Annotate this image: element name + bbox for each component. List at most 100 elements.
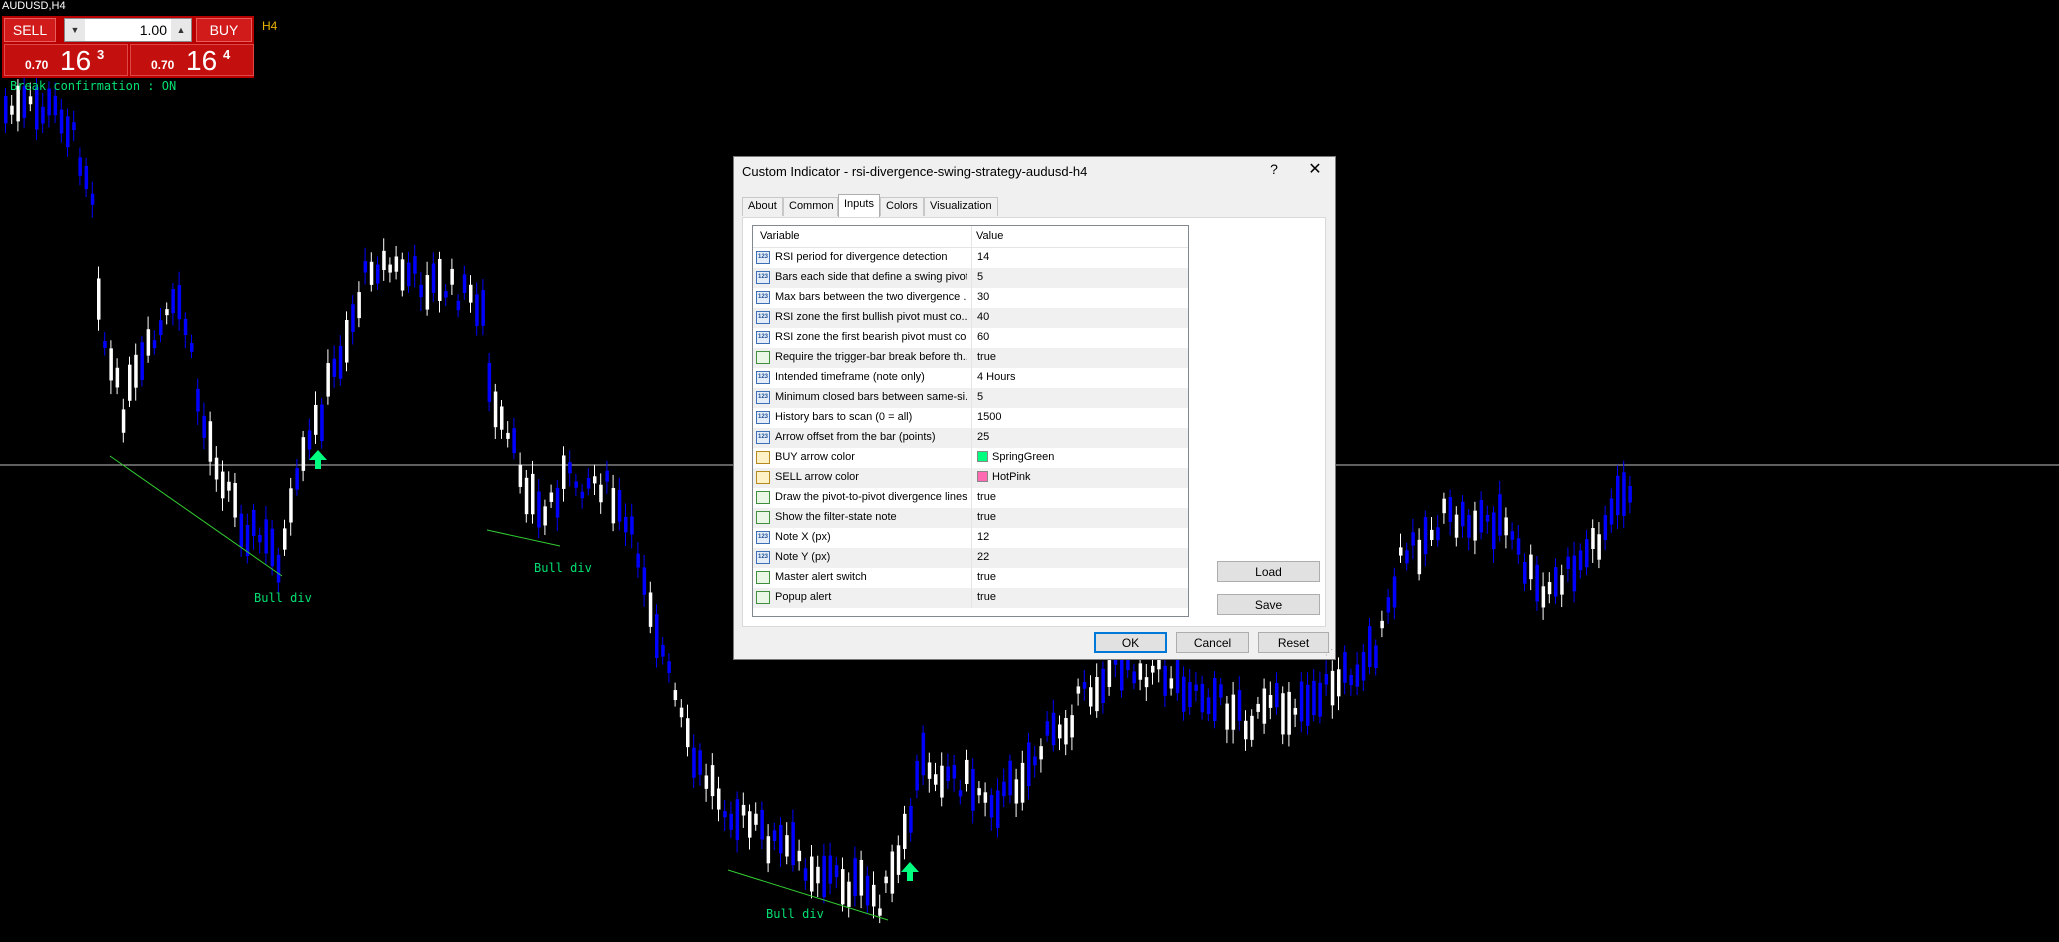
candle-body (673, 690, 678, 701)
input-row[interactable]: 123 Note X (px) 12 (753, 528, 1188, 548)
resize-grip-icon[interactable]: ⋰ (1325, 649, 1333, 657)
number-type-icon: 123 (756, 391, 770, 404)
input-row[interactable]: 123 Bars each side that define a swing pi… (753, 268, 1188, 288)
sell-price[interactable]: 0.70 16 3 (4, 44, 128, 76)
candle-body (803, 868, 808, 881)
input-value[interactable]: 1500 (977, 411, 1001, 423)
input-value[interactable]: 40 (977, 311, 989, 323)
candle-body (1560, 575, 1564, 595)
input-value[interactable]: 14 (977, 251, 989, 263)
input-row[interactable]: Show the filter-state note true (753, 508, 1188, 528)
sell-price-main: 16 (60, 45, 92, 76)
candle-body (791, 822, 795, 866)
input-row[interactable]: 123 Minimum closed bars between same-si..… (753, 388, 1188, 408)
input-row[interactable]: 123 Arrow offset from the bar (points) 25 (753, 428, 1188, 448)
input-value[interactable]: HotPink (977, 471, 1031, 483)
save-button[interactable]: Save (1217, 594, 1320, 615)
number-type-icon: 123 (756, 411, 770, 424)
candle-body (896, 845, 901, 875)
input-row[interactable]: Draw the pivot-to-pivot divergence lines… (753, 488, 1188, 508)
lot-size-input[interactable]: ▼ 1.00 ▲ (64, 18, 192, 42)
candle-body (1206, 697, 1211, 714)
input-row[interactable]: Popup alert true (753, 588, 1188, 608)
input-value[interactable]: true (977, 511, 996, 523)
candle-body (506, 432, 510, 439)
input-row[interactable]: 123 Intended timeframe (note only) 4 Hours (753, 368, 1188, 388)
candle-body (1095, 677, 1099, 712)
tab-colors[interactable]: Colors (880, 197, 924, 216)
candle-body (1448, 497, 1453, 522)
input-row[interactable]: 123 RSI period for divergence detection 14 (753, 248, 1188, 268)
candle-body (605, 470, 609, 482)
tab-common[interactable]: Common (783, 197, 838, 216)
input-row[interactable]: 123 History bars to scan (0 = all) 1500 (753, 408, 1188, 428)
input-value[interactable]: 5 (977, 391, 983, 403)
tab-about[interactable]: About (742, 197, 783, 216)
candle-body (1039, 746, 1043, 760)
help-icon[interactable]: ? (1264, 161, 1284, 177)
close-icon[interactable]: ✕ (1302, 159, 1328, 179)
input-value-text: true (977, 571, 996, 583)
candle-body (1231, 694, 1236, 730)
input-row[interactable]: 123 RSI zone the first bullish pivot must… (753, 308, 1188, 328)
variable-column-header[interactable]: Variable (760, 230, 800, 242)
candle-body (1473, 510, 1477, 541)
candle-body (475, 294, 479, 326)
candle-body (1616, 475, 1620, 516)
input-value-text: 30 (977, 291, 990, 303)
value-column-header[interactable]: Value (976, 230, 1003, 242)
lot-decrease-icon[interactable]: ▼ (65, 19, 85, 41)
input-row[interactable]: Require the trigger-bar break before th.… (753, 348, 1188, 368)
tab-inputs[interactable]: Inputs (838, 194, 880, 217)
lot-increase-icon[interactable]: ▲ (171, 19, 191, 41)
input-value[interactable]: 4 Hours (977, 371, 1016, 383)
input-value[interactable]: SpringGreen (977, 451, 1054, 463)
input-row[interactable]: SELL arrow color HotPink (753, 468, 1188, 488)
candle-body (493, 391, 498, 428)
candle-body (1361, 651, 1366, 681)
color-type-icon (756, 471, 770, 484)
candle-body (190, 343, 194, 352)
input-value[interactable]: 12 (977, 531, 989, 543)
candle-body (301, 437, 306, 471)
input-value-text: true (977, 491, 996, 503)
reset-button[interactable]: Reset (1258, 632, 1329, 653)
input-value[interactable]: 60 (977, 331, 989, 343)
input-variable: Intended timeframe (note only) (775, 371, 925, 383)
input-value[interactable]: 30 (977, 291, 989, 303)
candle-body (1479, 499, 1484, 533)
candle-body (1244, 720, 1248, 740)
input-value[interactable]: true (977, 491, 996, 503)
input-row[interactable]: Master alert switch true (753, 568, 1188, 588)
candle-body (1442, 498, 1446, 514)
candle-body (1547, 582, 1552, 595)
input-value[interactable]: 25 (977, 431, 989, 443)
ok-button[interactable]: OK (1094, 632, 1167, 653)
candle-body (1312, 680, 1316, 716)
input-value-text: 4 Hours (977, 371, 1016, 383)
input-row[interactable]: 123 Max bars between the two divergence .… (753, 288, 1188, 308)
input-value[interactable]: 22 (977, 551, 989, 563)
load-button[interactable]: Load (1217, 561, 1320, 582)
cancel-button[interactable]: Cancel (1176, 632, 1249, 653)
boolean-type-icon (756, 511, 770, 524)
buy-button[interactable]: BUY (196, 18, 252, 42)
candle-body (983, 792, 988, 803)
input-value[interactable]: true (977, 571, 996, 583)
input-value[interactable]: true (977, 351, 996, 363)
candle-body (741, 804, 746, 816)
candle-body (400, 259, 405, 291)
input-row[interactable]: 123 Note Y (px) 22 (753, 548, 1188, 568)
candle-body (159, 320, 163, 336)
input-row[interactable]: BUY arrow color SpringGreen (753, 448, 1188, 468)
input-value[interactable]: true (977, 591, 996, 603)
candle-body (1368, 626, 1372, 667)
candle-body (1064, 718, 1068, 745)
sell-button[interactable]: SELL (4, 18, 56, 42)
input-value[interactable]: 5 (977, 271, 983, 283)
input-row[interactable]: 123 RSI zone the first bearish pivot must… (753, 328, 1188, 348)
buy-price-fraction: 4 (223, 47, 231, 62)
candle-body (903, 813, 907, 849)
tab-visualization[interactable]: Visualization (924, 197, 998, 216)
buy-price[interactable]: 0.70 16 4 (130, 44, 254, 76)
